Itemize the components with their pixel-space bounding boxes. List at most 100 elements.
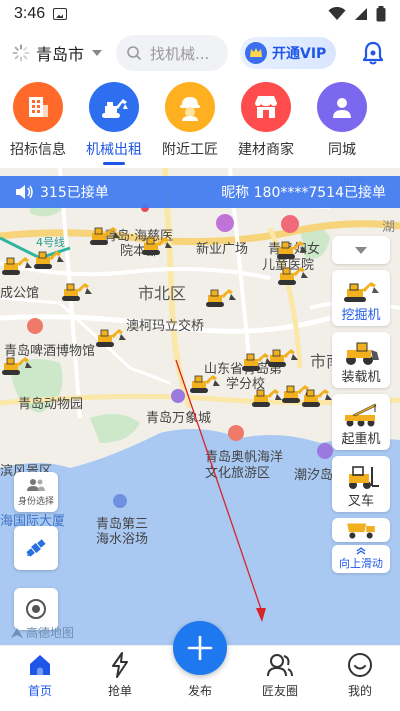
category-building-materials[interactable]: 建材商家 bbox=[228, 82, 304, 168]
map-label: 澳柯玛立交桥 bbox=[126, 319, 205, 334]
publish-fab-button[interactable] bbox=[173, 621, 227, 675]
loader-icon bbox=[346, 342, 379, 365]
status-bar: 3:46 bbox=[0, 0, 400, 28]
chevron-down-icon bbox=[92, 50, 103, 56]
category-label: 同城 bbox=[328, 142, 356, 158]
battery-icon bbox=[376, 6, 386, 22]
category-tender[interactable]: 招标信息 bbox=[0, 82, 76, 168]
vip-label: 开通VIP bbox=[272, 46, 327, 62]
machine-label: 挖掘机 bbox=[341, 308, 381, 323]
worker-icon bbox=[165, 82, 215, 132]
bell-icon bbox=[362, 41, 384, 65]
loading-spinner-icon bbox=[12, 44, 30, 62]
excavator-marker-icon bbox=[276, 264, 310, 286]
map-label: 文化旅游区 bbox=[205, 466, 271, 481]
excavator-marker-icon bbox=[32, 248, 66, 270]
excavator-marker-icon bbox=[140, 234, 174, 256]
nav-friends-label: 匠友圈 bbox=[261, 684, 298, 698]
machine-dump-truck[interactable] bbox=[332, 518, 390, 542]
forklift-icon bbox=[349, 466, 379, 489]
excavator-marker-icon bbox=[0, 354, 34, 376]
plus-icon bbox=[187, 635, 213, 661]
category-label: 附近工匠 bbox=[162, 142, 218, 158]
building-icon bbox=[13, 82, 63, 132]
double-chevron-up-icon bbox=[356, 547, 366, 555]
map-label: 新业广场 bbox=[196, 242, 249, 257]
users-icon bbox=[27, 478, 45, 491]
shop-icon bbox=[241, 82, 291, 132]
nav-friends-circle[interactable]: 匠友圈 bbox=[240, 646, 320, 711]
map-label: 市北区 bbox=[138, 284, 187, 303]
friends-icon bbox=[267, 654, 293, 677]
header: 青岛市 找机械... 开通VIP bbox=[0, 28, 400, 78]
dump-truck-icon bbox=[347, 523, 375, 539]
search-icon bbox=[127, 46, 142, 61]
tab-underline bbox=[331, 162, 353, 165]
category-label: 建材商家 bbox=[238, 142, 294, 158]
category-machine-rental[interactable]: 机械出租 bbox=[76, 82, 152, 168]
machine-loader[interactable]: 装载机 bbox=[332, 332, 390, 388]
tab-underline bbox=[103, 162, 125, 165]
nav-mine[interactable]: 我的 bbox=[320, 646, 400, 711]
category-row: 招标信息 机械出租 附近工匠 建材商家 同城 bbox=[0, 82, 400, 168]
satellite-layer-button[interactable] bbox=[14, 526, 58, 570]
excavator-icon bbox=[89, 82, 139, 132]
crane-icon bbox=[345, 403, 377, 427]
machine-forklift[interactable]: 叉车 bbox=[332, 456, 390, 512]
nav-mine-label: 我的 bbox=[347, 684, 372, 698]
map-label: 青岛动物园 bbox=[18, 397, 84, 412]
satellite-icon bbox=[26, 539, 46, 557]
panel-collapse-button[interactable] bbox=[332, 236, 390, 264]
status-icons bbox=[328, 6, 386, 22]
category-nearby-craftsmen[interactable]: 附近工匠 bbox=[152, 82, 228, 168]
machine-label: 叉车 bbox=[347, 494, 374, 509]
vip-button[interactable]: 开通VIP bbox=[240, 37, 337, 69]
notification-button[interactable] bbox=[358, 38, 388, 68]
excavator-marker-icon bbox=[250, 386, 284, 408]
locate-icon bbox=[26, 599, 46, 619]
city-selector[interactable]: 青岛市 bbox=[12, 41, 103, 65]
identity-select-button[interactable]: 身份选择 bbox=[14, 472, 58, 512]
triangle-down-icon bbox=[355, 246, 367, 254]
crown-icon bbox=[245, 42, 268, 64]
wifi-icon bbox=[328, 7, 346, 20]
category-label: 招标信息 bbox=[10, 142, 66, 158]
city-name: 青岛市 bbox=[36, 45, 85, 64]
excavator-marker-icon bbox=[94, 326, 128, 348]
home-icon bbox=[30, 655, 50, 675]
tab-underline bbox=[27, 162, 49, 165]
excavator-marker-icon bbox=[88, 224, 122, 246]
nav-grab-order[interactable]: 抢单 bbox=[80, 646, 160, 711]
machine-crane[interactable]: 起重机 bbox=[332, 394, 390, 450]
machine-label: 装载机 bbox=[341, 370, 381, 385]
search-placeholder: 找机械... bbox=[150, 44, 210, 63]
swipe-up-button[interactable]: 向上滑动 bbox=[332, 545, 390, 573]
identity-select-label: 身份选择 bbox=[17, 496, 54, 507]
machine-excavator[interactable]: 挖掘机 bbox=[332, 270, 390, 326]
excavator-marker-icon bbox=[300, 386, 334, 408]
gaode-logo-icon bbox=[11, 627, 23, 638]
excavator-marker-icon bbox=[188, 372, 222, 394]
nav-grab-label: 抢单 bbox=[107, 684, 132, 698]
map-label: 海水浴场 bbox=[96, 532, 149, 547]
speaker-icon bbox=[16, 185, 33, 199]
user-icon bbox=[317, 82, 367, 132]
category-same-city[interactable]: 同城 bbox=[304, 82, 380, 168]
map-label: 潮汐岛 bbox=[294, 468, 334, 483]
search-input[interactable]: 找机械... bbox=[116, 35, 229, 71]
category-label: 机械出租 bbox=[86, 142, 142, 158]
status-time: 3:46 bbox=[14, 5, 46, 22]
nav-home[interactable]: 首页 bbox=[0, 646, 80, 711]
order-ticker: 315已接单 昵称 180****7514已接单 bbox=[0, 176, 400, 208]
ticker-count: 315已接单 bbox=[40, 185, 109, 201]
excavator-marker-icon bbox=[204, 286, 238, 308]
lightning-icon bbox=[112, 652, 128, 678]
machine-type-panel: 挖掘机 装载机 起重机 叉车 bbox=[332, 236, 390, 542]
machine-label: 起重机 bbox=[341, 432, 381, 447]
map-label: 青岛万象城 bbox=[146, 411, 212, 426]
gaode-map-logo: 高德地图 bbox=[10, 624, 74, 641]
map-label: 成公馆 bbox=[0, 286, 40, 301]
excavator-marker-icon bbox=[266, 346, 300, 368]
excavator-marker-icon bbox=[60, 280, 94, 302]
excavator-icon bbox=[344, 282, 379, 302]
